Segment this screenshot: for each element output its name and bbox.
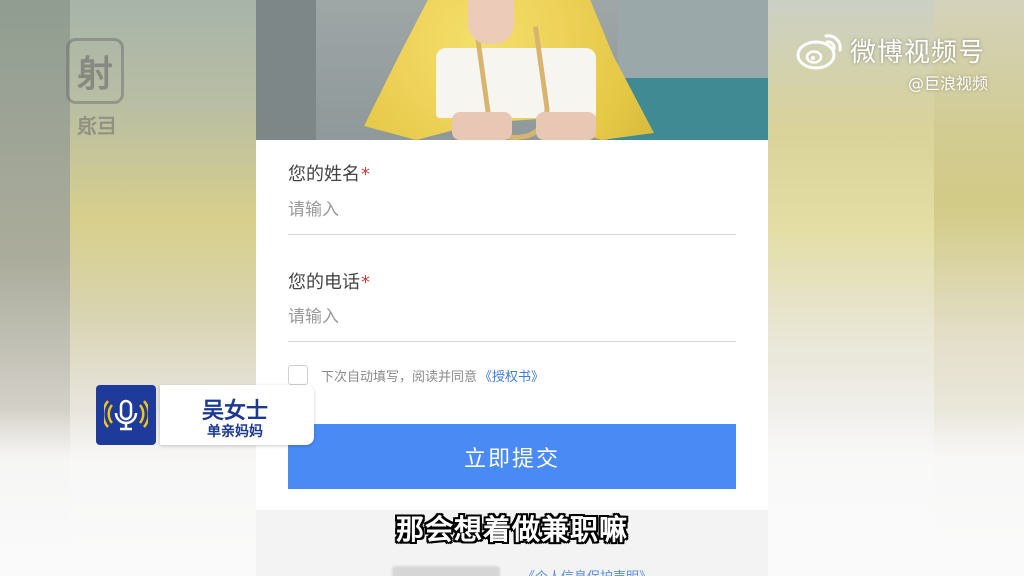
station-logo-sub: 巨浪: [77, 114, 117, 138]
name-input[interactable]: [288, 192, 736, 228]
agree-checkbox[interactable]: [288, 365, 308, 385]
station-logo-mark: 射: [66, 38, 124, 104]
phone-field-underline: [288, 341, 736, 342]
required-mark: *: [361, 164, 370, 185]
footer-blurred-text: [392, 566, 500, 576]
microphone-icon: [104, 399, 148, 431]
weibo-handle: @巨浪视频: [908, 74, 989, 93]
weibo-icon: [796, 34, 842, 70]
agree-text: 下次自动填写，阅读并同意: [321, 369, 478, 385]
phone-field-label: 您的电话*: [288, 268, 370, 294]
required-mark: *: [361, 272, 370, 293]
station-logo: 射 巨浪: [66, 38, 128, 138]
name-field-label: 您的姓名*: [288, 160, 370, 186]
name-label-text: 您的姓名: [288, 164, 360, 185]
name-field-underline: [288, 234, 736, 235]
privacy-statement-link[interactable]: 《个人信息保护声明》: [522, 566, 652, 576]
authorization-link[interactable]: 《授权书》: [479, 366, 544, 385]
interviewee-mic-badge: [96, 385, 156, 445]
agreement-row: 下次自动填写，阅读并同意 《授权书》: [288, 364, 544, 386]
video-subtitle: 那会想着做兼职嘛: [395, 513, 628, 546]
banner-photo: [256, 0, 768, 140]
phone-input[interactable]: [288, 299, 736, 335]
submit-button[interactable]: 立即提交: [288, 424, 736, 489]
interviewee-role: 单亲妈妈: [207, 424, 263, 440]
weibo-watermark: 微博视频号 @巨浪视频: [796, 28, 1006, 93]
phone-screen: 您的姓名* 您的电话* 下次自动填写，阅读并同意 《授权书》 立即提交 《个人信…: [256, 0, 768, 576]
weibo-platform-name: 微博视频号: [850, 38, 986, 68]
phone-label-text: 您的电话: [288, 272, 360, 293]
interviewee-name-tag: 吴女士 单亲妈妈: [160, 385, 314, 445]
